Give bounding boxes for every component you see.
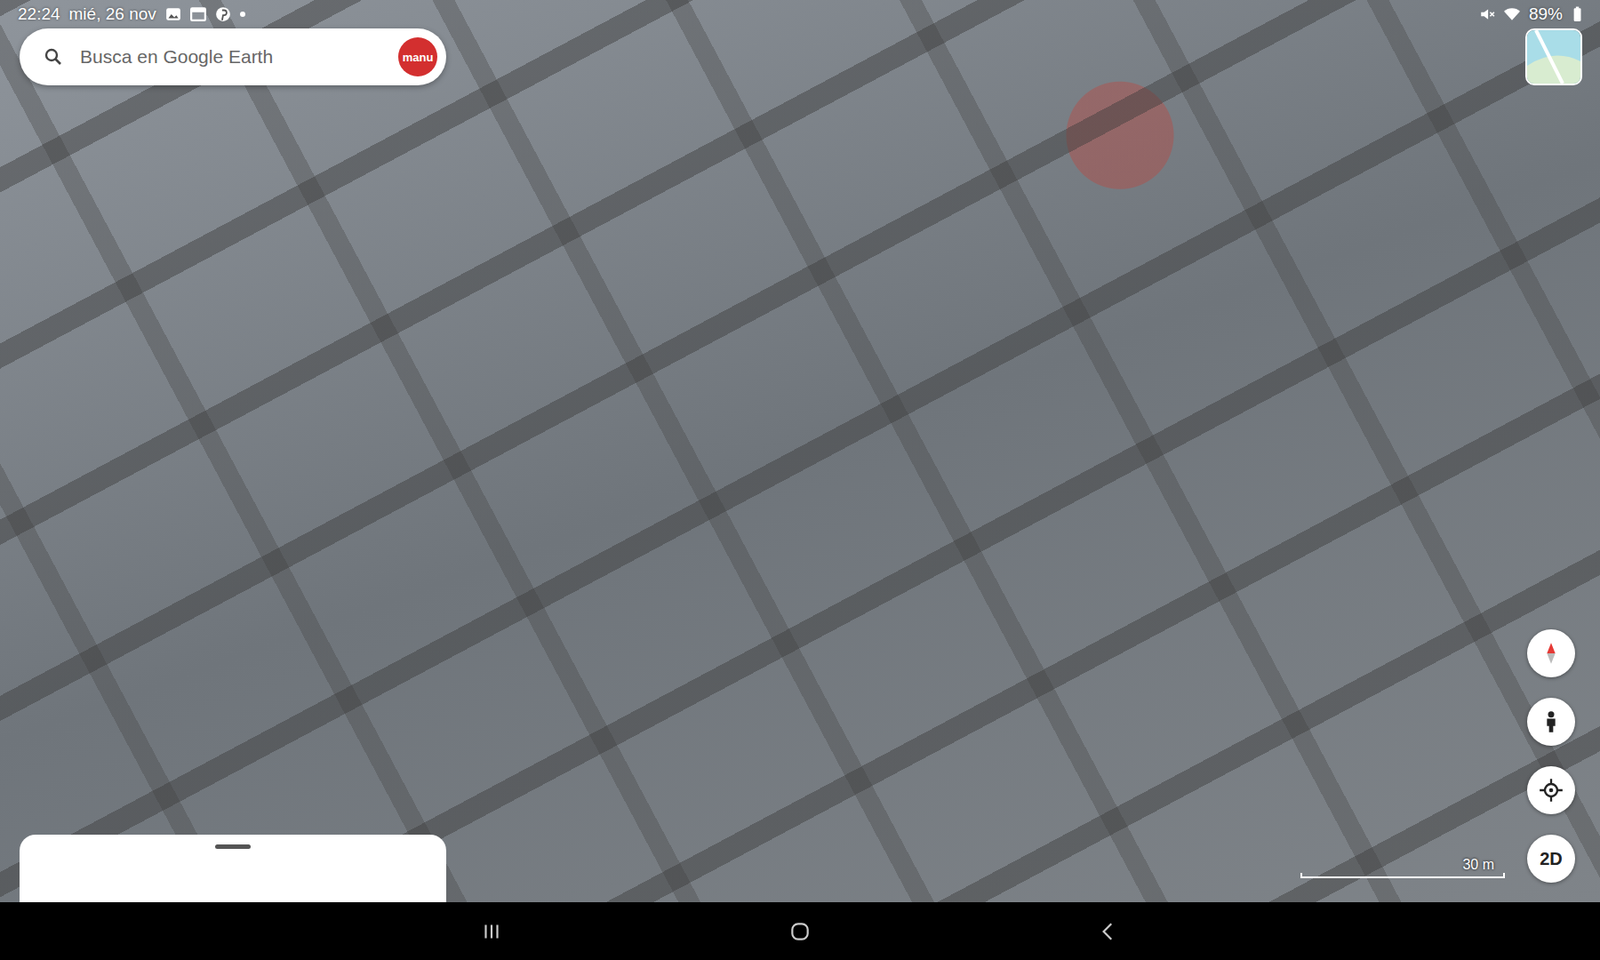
compass-icon [1538,640,1564,666]
map-controls: 2D [1527,629,1576,883]
view-mode-button[interactable]: 2D [1527,834,1576,883]
mute-icon [1479,6,1496,23]
notification-dot-icon [240,11,246,17]
clock: 22:24 [17,4,61,24]
bottom-sheet[interactable] [19,834,447,903]
street-view-button[interactable] [1527,697,1576,746]
back-icon[interactable] [1096,920,1120,944]
home-icon[interactable] [788,920,812,944]
navigation-bar [0,902,1600,960]
map-thumbnail-icon [1527,30,1581,84]
wifi-icon [1504,6,1520,23]
pinterest-icon [215,6,232,23]
scale-line [1300,872,1505,879]
pegman-icon [1538,709,1564,735]
profile-avatar[interactable]: manu [398,37,438,77]
my-location-button[interactable] [1527,766,1576,815]
compass-button[interactable] [1527,629,1576,678]
battery-icon [1571,6,1583,23]
gallery-icon [165,6,182,23]
scale-bar: 30 m [1300,856,1505,879]
date: mié, 26 nov [69,4,157,24]
sheet-handle[interactable] [215,844,251,849]
map-style-button[interactable] [1525,28,1583,86]
search-placeholder[interactable]: Busca en Google Earth [80,46,383,68]
satellite-3d-view[interactable]: 22:24 mié, 26 nov 89% Busca en Google Ea… [0,0,1600,903]
magnifier-icon [42,46,64,68]
search-bar[interactable]: Busca en Google Earth manu [19,28,447,86]
battery-level: 89% [1528,4,1563,24]
recent-apps-icon[interactable] [480,920,504,944]
status-bar: 22:24 mié, 26 nov 89% [0,0,1600,29]
location-target-icon [1538,777,1564,803]
aerial-photo [0,0,1600,903]
scale-label: 30 m [1462,856,1505,873]
calendar-icon [190,6,207,23]
google-earth-screen: 22:24 mié, 26 nov 89% Busca en Google Ea… [0,0,1600,960]
